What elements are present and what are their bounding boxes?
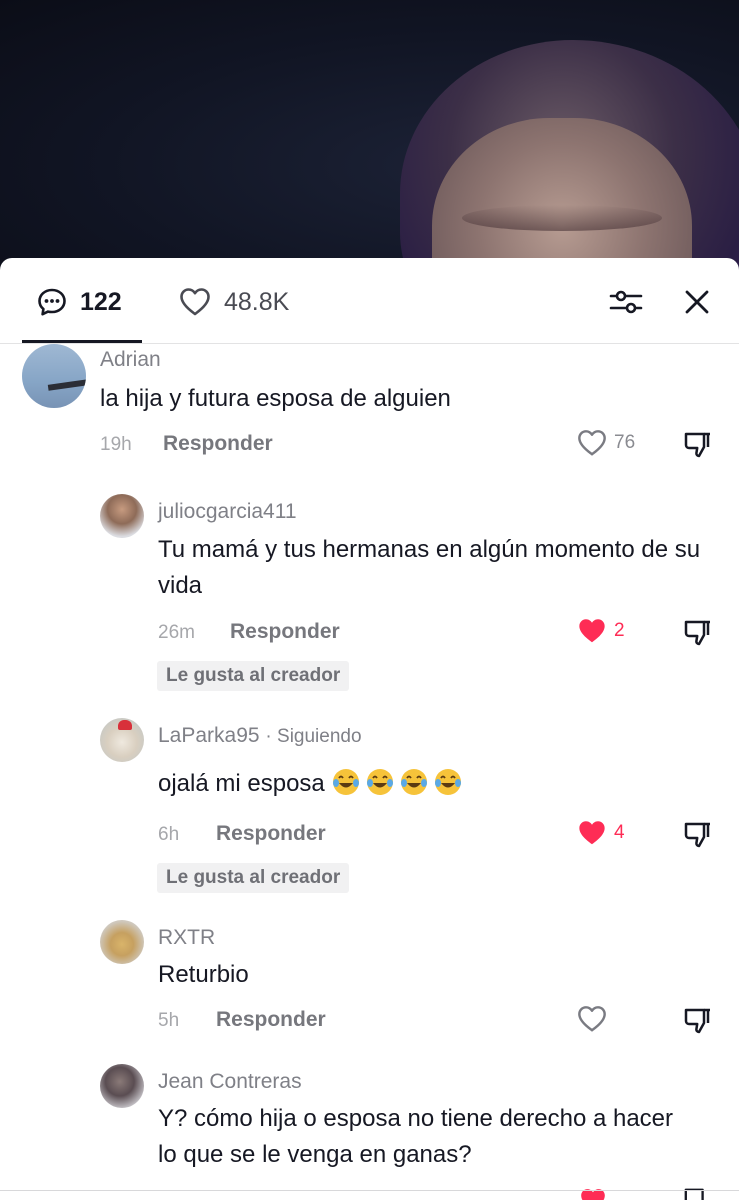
reply-button[interactable]: Responder xyxy=(216,822,326,846)
comment-text-body: ojalá mi esposa xyxy=(158,770,325,797)
like-button[interactable]: 76 xyxy=(576,428,635,458)
comment-time: 26m xyxy=(158,622,195,643)
tab-comments[interactable]: 122 xyxy=(36,284,122,320)
avatar[interactable] xyxy=(100,494,144,538)
creator-liked-badge: Le gusta al creador xyxy=(157,661,350,691)
heart-icon xyxy=(578,1006,606,1032)
heart-icon xyxy=(579,821,605,845)
dislike-button[interactable] xyxy=(683,1186,711,1200)
thumbs-down-icon xyxy=(684,822,710,848)
face-with-tears-of-joy-icon xyxy=(367,769,394,795)
thumbs-down-icon xyxy=(684,432,710,458)
tab-likes[interactable]: 48.8K xyxy=(178,284,289,320)
comment-username[interactable]: RXTR xyxy=(158,926,215,950)
avatar[interactable] xyxy=(100,718,144,762)
dislike-button[interactable] xyxy=(683,1006,713,1041)
dislike-button[interactable] xyxy=(683,618,713,653)
reply-button[interactable]: Responder xyxy=(230,620,340,644)
close-button[interactable] xyxy=(678,284,716,320)
creator-liked-badge: Le gusta al creador xyxy=(157,863,350,893)
face-with-tears-of-joy-icon xyxy=(401,769,428,795)
heart-outline-icon xyxy=(180,288,210,316)
comment-text: Returbio xyxy=(158,961,249,988)
comment-time: 5h xyxy=(158,1010,180,1031)
face-with-tears-of-joy-icon xyxy=(333,769,360,795)
comment-time: 19h xyxy=(100,434,132,455)
like-button[interactable] xyxy=(576,1004,614,1034)
dislike-button[interactable] xyxy=(683,430,713,465)
thumbs-down-icon xyxy=(684,1008,710,1034)
likes-count: 48.8K xyxy=(224,287,290,316)
comment-text: Y? cómo hija o esposa no tiene derecho a… xyxy=(158,1105,674,1168)
chat-bubble-icon xyxy=(38,288,66,316)
comment-text: ojalá mi esposa xyxy=(158,766,718,802)
video-background xyxy=(0,0,739,275)
close-icon xyxy=(685,290,709,314)
comment-text: la hija y futura esposa de alguien xyxy=(100,385,451,412)
comment-text: Tu mamá y tus hermanas en algún momento … xyxy=(158,536,701,599)
comment-username[interactable]: Jean Contreras xyxy=(158,1070,302,1094)
face-with-tears-of-joy-icon xyxy=(435,769,462,795)
reply-button[interactable]: Responder xyxy=(163,432,273,456)
following-label: · Siguiendo xyxy=(265,726,362,747)
thumbs-down-icon xyxy=(684,1188,704,1200)
like-count: 4 xyxy=(614,822,625,843)
like-button[interactable]: 2 xyxy=(576,616,625,646)
active-tab-indicator xyxy=(22,340,142,343)
sliders-icon xyxy=(609,290,643,314)
comments-count: 122 xyxy=(80,287,122,316)
video-person-brow xyxy=(462,205,662,231)
heart-icon xyxy=(579,619,605,643)
like-count: 2 xyxy=(614,620,625,641)
comments-sheet: 122 48.8K Adrian la hija y futura esposa… xyxy=(0,258,739,1200)
thumbs-down-icon xyxy=(684,620,710,646)
heart-icon xyxy=(578,430,606,456)
comment-username[interactable]: Adrian xyxy=(100,348,161,372)
username-text: LaParka95 xyxy=(158,724,260,747)
avatar[interactable] xyxy=(100,1064,144,1108)
heart-icon xyxy=(581,1189,605,1200)
bottom-divider xyxy=(0,1190,739,1191)
like-button[interactable]: 4 xyxy=(576,818,625,848)
like-button[interactable] xyxy=(578,1186,608,1200)
reply-button[interactable]: Responder xyxy=(216,1008,326,1032)
filter-button[interactable] xyxy=(606,284,646,320)
emoji-group xyxy=(331,769,467,797)
like-count: 76 xyxy=(614,432,636,453)
comment-username[interactable]: LaParka95 · Siguiendo xyxy=(158,724,362,748)
avatar[interactable] xyxy=(22,344,86,408)
comment-username[interactable]: juliocgarcia411 xyxy=(158,500,297,524)
comments-tab-bar: 122 48.8K xyxy=(0,258,739,344)
comment-time: 6h xyxy=(158,824,180,845)
dislike-button[interactable] xyxy=(683,820,713,855)
avatar[interactable] xyxy=(100,920,144,964)
